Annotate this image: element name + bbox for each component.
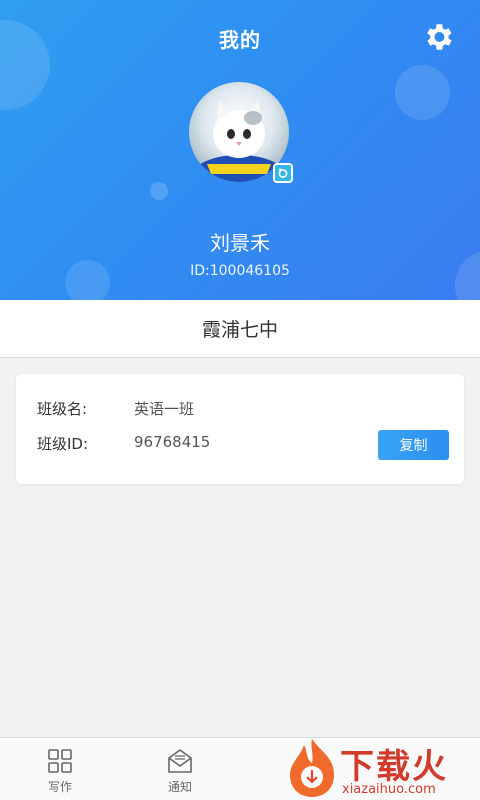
profile-header: 我的 刘景禾 ID:100046105 [0,0,480,300]
class-info-card: 班级名: 英语一班 班级ID: 96768415 复制 [16,374,464,484]
decor-bubble [395,65,450,120]
user-id: ID:100046105 [190,263,290,279]
mail-icon [168,749,192,773]
nav-notice[interactable]: 通知 [145,738,215,800]
settings-button[interactable] [421,20,455,54]
page-title: 我的 [219,28,261,52]
school-name: 霞浦七中 [0,300,480,358]
camera-icon [278,168,288,178]
username: 刘景禾 [210,231,270,255]
watermark-brand: 下载火 [340,747,448,787]
gear-icon [427,24,452,50]
nav-write[interactable]: 写作 [25,738,95,800]
class-id-label: 班级ID: [37,435,89,453]
decor-bubble [150,182,168,200]
nav-write-label: 写作 [47,780,72,794]
nav-notice-label: 通知 [167,780,192,794]
class-id-value: 96768415 [134,433,211,451]
avatar-container[interactable] [189,82,293,184]
flame-logo-icon [290,739,334,797]
avatar-edit-button[interactable] [273,163,293,183]
watermark-domain: xiazaihuo.com [342,782,436,797]
copy-button[interactable]: 复制 [378,430,449,460]
watermark-logo: 下载火 xiazaihuo.com [282,735,480,800]
grid-icon [48,749,72,773]
class-name-label: 班级名: [37,400,88,418]
class-name-value: 英语一班 [134,400,195,418]
